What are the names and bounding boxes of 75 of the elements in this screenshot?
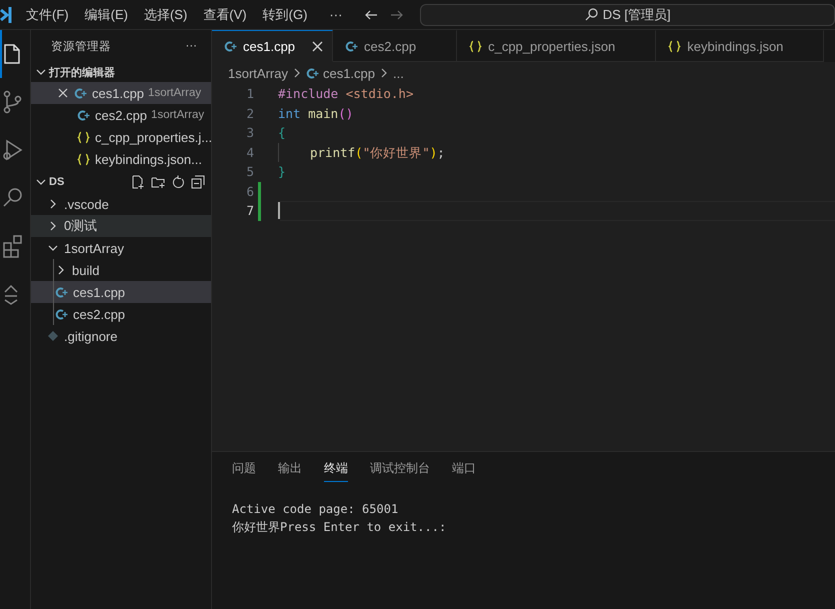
line-number: 3	[245, 125, 254, 140]
line-number: 4	[245, 144, 254, 160]
editor-tab[interactable]: keybindings.json	[656, 30, 824, 62]
new-folder-icon[interactable]	[151, 175, 165, 189]
c-plus-plus-file-icon	[77, 108, 90, 122]
open-editor-item[interactable]: ces2.cpp 1sortArray	[31, 104, 211, 126]
forward-arrow-icon[interactable]	[390, 8, 404, 22]
panel-tab[interactable]: 调试控制台	[370, 460, 430, 482]
chevron-right-icon	[379, 67, 390, 79]
code-line: #include <stdio.h>	[278, 85, 414, 103]
code-line: int main()	[278, 104, 354, 122]
terminal-line: 你好世界Press Enter to exit...:	[232, 519, 448, 536]
section-title[interactable]: 打开的编辑器	[49, 64, 115, 80]
editor-tab[interactable]: ces1.cpp	[212, 30, 334, 62]
close-icon[interactable]	[311, 40, 324, 52]
code-line: printf("你好世界");	[278, 142, 445, 162]
chevron-right-icon	[292, 67, 302, 79]
menu-item[interactable]: 文件(F)	[18, 6, 77, 24]
json-file-icon	[668, 40, 682, 52]
new-file-icon[interactable]	[131, 175, 145, 189]
breadcrumb-item[interactable]: ...	[393, 66, 404, 80]
app-logo-icon	[0, 6, 12, 24]
text-cursor	[278, 202, 280, 220]
file-item[interactable]: ces2.cpp	[31, 303, 211, 325]
source-control-icon[interactable]	[2, 90, 24, 114]
close-icon[interactable]	[57, 87, 69, 99]
panel-tab[interactable]: 输出	[278, 460, 302, 482]
json-file-icon	[77, 152, 90, 166]
line-number: 5	[245, 164, 254, 180]
diamond-file-icon	[47, 330, 59, 342]
c-plus-plus-file-icon	[74, 86, 87, 100]
code-line: {	[278, 124, 286, 142]
folder-title[interactable]: DS	[49, 176, 64, 188]
folder-item[interactable]: 1sortArray	[31, 237, 211, 259]
folder-item[interactable]: .vscode	[31, 193, 211, 215]
breadcrumb-item[interactable]: ces1.cpp	[306, 66, 376, 80]
line-number: 6	[245, 184, 254, 199]
c-plus-plus-file-icon	[55, 308, 68, 320]
line-number: 7	[245, 203, 254, 218]
panel-tab[interactable]: 端口	[452, 460, 476, 482]
sidebar-title: 资源管理器	[51, 40, 111, 54]
run-debug-icon[interactable]	[2, 138, 24, 162]
line-number: 2	[245, 106, 254, 121]
refresh-icon[interactable]	[171, 175, 185, 189]
c-plus-plus-file-icon	[306, 66, 319, 80]
c-plus-plus-file-icon	[224, 40, 237, 52]
editor-tab[interactable]: c_cpp_properties.json	[457, 30, 656, 62]
code-line: }	[278, 163, 286, 181]
file-item[interactable]: ces1.cpp	[31, 281, 211, 303]
open-editor-item[interactable]: c_cpp_properties.j...	[31, 126, 211, 148]
menu-item[interactable]: 选择(S)	[136, 6, 196, 24]
c-plus-plus-file-icon	[55, 286, 68, 298]
file-item[interactable]: .gitignore	[31, 325, 211, 347]
menu-item[interactable]: 编辑(E)	[76, 6, 136, 24]
json-file-icon	[77, 130, 90, 144]
editor-tab[interactable]: ces2.cpp	[333, 30, 458, 62]
back-arrow-icon[interactable]	[364, 8, 378, 22]
panel-tab[interactable]: 终端	[324, 460, 348, 482]
more-menu[interactable]: ···	[321, 7, 350, 22]
json-file-icon	[469, 40, 482, 52]
collapse-all-icon[interactable]	[191, 175, 205, 189]
menu-item[interactable]: 查看(V)	[195, 6, 255, 24]
more-actions-button[interactable]: ···	[186, 40, 197, 52]
c-plus-plus-file-icon	[345, 40, 358, 52]
extensions-icon[interactable]	[2, 234, 24, 258]
open-editor-item[interactable]: ces1.cpp 1sortArray	[31, 82, 211, 104]
open-editor-item[interactable]: keybindings.json...	[31, 148, 211, 170]
command-center-search[interactable]: DS [管理员]	[420, 4, 835, 26]
terminal-line: Active code page: 65001	[232, 502, 400, 518]
search-icon	[584, 8, 598, 21]
menu-item[interactable]: 转到(G)	[254, 6, 316, 24]
panel-tab[interactable]: 问题	[232, 460, 256, 482]
line-number: 1	[245, 86, 254, 102]
folder-item[interactable]: 0测试	[31, 215, 211, 237]
breadcrumb-item[interactable]: 1sortArray	[228, 66, 288, 80]
